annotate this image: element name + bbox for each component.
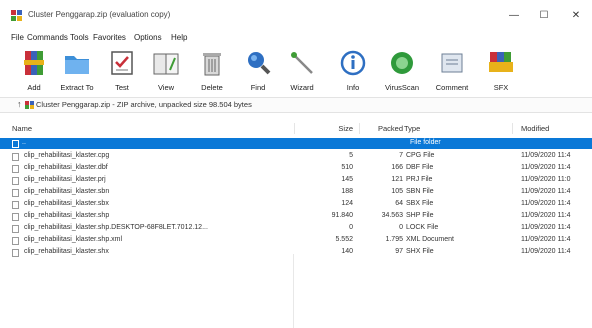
column-type[interactable]: Type <box>404 124 420 133</box>
file-icon <box>12 153 19 161</box>
file-icon <box>12 189 19 197</box>
minimize-button[interactable]: — <box>500 6 528 26</box>
pane-divider <box>293 254 294 328</box>
table-row[interactable]: clip_rehabilitasi_klaster.shp.xml 5.552 … <box>0 235 592 246</box>
info-button[interactable]: Info <box>333 46 373 94</box>
winrar-app-icon <box>11 10 22 21</box>
delete-button[interactable]: Delete <box>192 46 232 94</box>
table-row-parent[interactable]: .. File folder <box>0 138 592 149</box>
wizard-button[interactable]: Wizard <box>282 46 322 94</box>
trash-icon <box>203 53 221 76</box>
virus-scan-icon <box>391 52 413 74</box>
info-icon <box>340 50 366 76</box>
archive-icon <box>25 101 34 109</box>
view-button[interactable]: View <box>146 46 186 94</box>
path-bar: ↑ Cluster Penggarap.zip - ZIP archive, u… <box>0 97 592 113</box>
column-name[interactable]: Name <box>12 124 32 133</box>
extract-to-button[interactable]: Extract To <box>57 46 97 94</box>
menu-commands[interactable]: Commands <box>27 33 68 42</box>
table-row[interactable]: clip_rehabilitasi_klaster.cpg 5 7 CPG Fi… <box>0 151 592 162</box>
archive-path: Cluster Penggarap.zip - ZIP archive, unp… <box>36 100 252 109</box>
title-bar: Cluster Penggarap.zip (evaluation copy) … <box>0 0 592 30</box>
toolbar: Add Extract To Test View Delete Find Wiz… <box>0 44 592 97</box>
menu-help[interactable]: Help <box>171 33 187 42</box>
table-row[interactable]: clip_rehabilitasi_klaster.dbf 510 166 DB… <box>0 163 592 174</box>
column-header: Name Size Packed Type Modified <box>0 121 592 135</box>
up-folder-icon[interactable]: ↑ <box>17 99 22 109</box>
column-modified[interactable]: Modified <box>521 124 549 133</box>
table-row[interactable]: clip_rehabilitasi_klaster.sbn 188 105 SB… <box>0 187 592 198</box>
table-row[interactable]: clip_rehabilitasi_klaster.sbx 124 64 SBX… <box>0 199 592 210</box>
menu-bar: File Commands Tools Favorites Options He… <box>0 30 592 44</box>
sfx-archive-icon <box>489 52 513 72</box>
file-icon <box>12 225 19 233</box>
window-title: Cluster Penggarap.zip (evaluation copy) <box>28 10 171 19</box>
column-divider[interactable] <box>294 123 295 134</box>
table-row[interactable]: clip_rehabilitasi_klaster.shp 91.840 34.… <box>0 211 592 222</box>
file-icon <box>12 237 19 245</box>
table-row[interactable]: clip_rehabilitasi_klaster.shp.DESKTOP-68… <box>0 223 592 234</box>
table-row[interactable]: clip_rehabilitasi_klaster.shx 140 97 SHX… <box>0 247 592 258</box>
close-button[interactable]: ✕ <box>562 6 590 26</box>
file-icon <box>12 249 19 257</box>
file-icon <box>12 177 19 185</box>
file-icon <box>12 213 19 221</box>
virusscan-button[interactable]: VirusScan <box>380 46 424 94</box>
column-divider[interactable] <box>512 123 513 134</box>
test-checklist-icon <box>111 51 133 75</box>
sfx-button[interactable]: SFX <box>481 46 521 94</box>
wand-icon <box>291 52 313 74</box>
maximize-button[interactable]: ☐ <box>530 6 558 26</box>
file-icon <box>12 201 19 209</box>
column-packed[interactable]: Packed <box>360 124 403 133</box>
magnifier-icon <box>248 52 271 75</box>
table-row[interactable]: clip_rehabilitasi_klaster.prj 145 121 PR… <box>0 175 592 186</box>
parent-folder-icon <box>12 140 19 148</box>
menu-file[interactable]: File <box>11 33 24 42</box>
file-icon <box>12 165 19 173</box>
archive-books-icon <box>24 51 44 75</box>
menu-favorites[interactable]: Favorites <box>93 33 126 42</box>
comment-icon <box>441 53 463 73</box>
menu-options[interactable]: Options <box>134 33 162 42</box>
folder-icon <box>65 56 89 74</box>
menu-tools[interactable]: Tools <box>70 33 89 42</box>
comment-button[interactable]: Comment <box>432 46 472 94</box>
view-book-icon <box>153 53 179 75</box>
column-size[interactable]: Size <box>305 124 353 133</box>
